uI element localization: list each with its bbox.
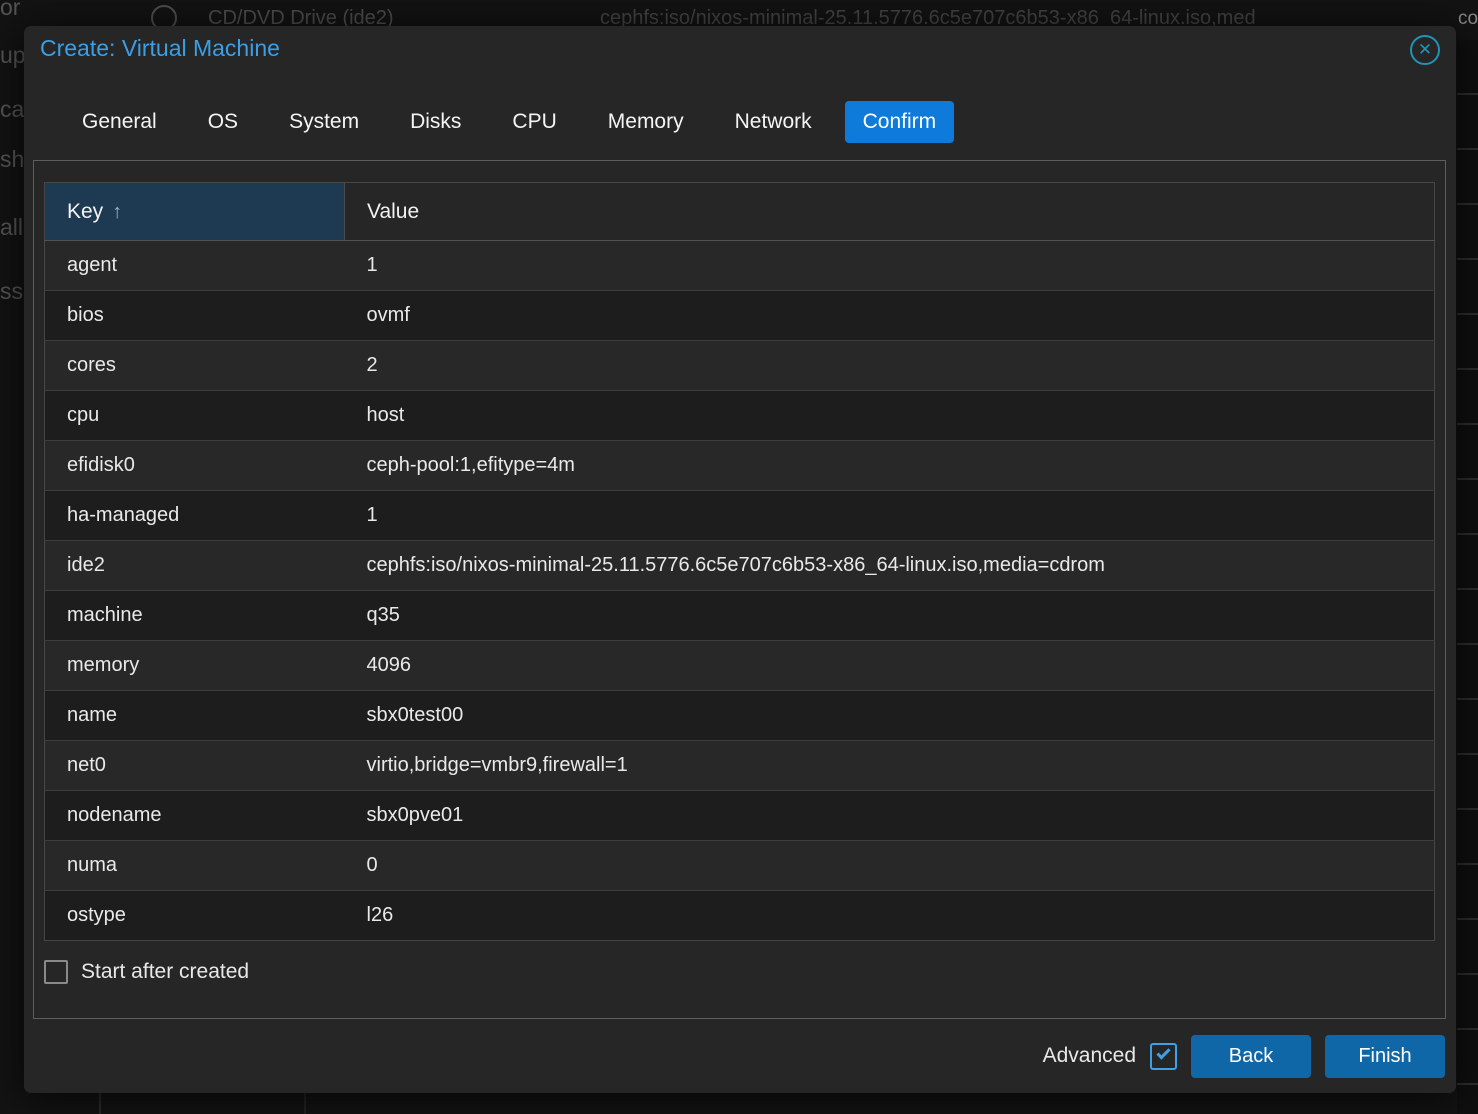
- cell-key: machine: [45, 591, 345, 641]
- cell-value: ovmf: [345, 291, 1435, 341]
- cell-key: cores: [45, 341, 345, 391]
- tab-confirm[interactable]: Confirm: [845, 101, 955, 143]
- cell-value: 1: [345, 491, 1435, 541]
- background-left-fragment: ca: [0, 96, 24, 123]
- close-icon[interactable]: ✕: [1410, 35, 1440, 65]
- background-left-fragment: up: [0, 42, 26, 69]
- background-left-fragment: or: [0, 0, 20, 21]
- advanced-checkbox[interactable]: [1150, 1043, 1177, 1070]
- background-divider: [99, 1093, 101, 1114]
- cell-key: ide2: [45, 541, 345, 591]
- background-left-fragment: ss: [0, 278, 23, 305]
- table-row-numa[interactable]: numa0: [45, 841, 1435, 891]
- background-left-fragment: sh: [0, 146, 24, 173]
- advanced-label: Advanced: [1043, 1044, 1136, 1068]
- table-row-net0[interactable]: net0virtio,bridge=vmbr9,firewall=1: [45, 741, 1435, 791]
- table-row-nodename[interactable]: nodenamesbx0pve01: [45, 791, 1435, 841]
- cell-value: sbx0test00: [345, 691, 1435, 741]
- cell-key: cpu: [45, 391, 345, 441]
- wizard-tabbar: General OS System Disks CPU Memory Network Conf…: [64, 99, 1416, 145]
- cell-value: 2: [345, 341, 1435, 391]
- back-button[interactable]: Back: [1191, 1035, 1311, 1078]
- column-header-value[interactable]: Value: [345, 183, 1435, 241]
- tab-general[interactable]: General: [64, 101, 175, 143]
- background-right-fragment: co: [1458, 8, 1478, 30]
- dialog-footer: Advanced Back Finish: [24, 1019, 1456, 1093]
- cell-value: virtio,bridge=vmbr9,firewall=1: [345, 741, 1435, 791]
- table-row-bios[interactable]: biosovmf: [45, 291, 1435, 341]
- cell-value: l26: [345, 891, 1435, 941]
- background-divider: [304, 1093, 306, 1114]
- cell-value: host: [345, 391, 1435, 441]
- confirm-settings-table: Key↑ Value agent1biosovmfcores2cpuhostef…: [44, 182, 1435, 941]
- table-row-machine[interactable]: machineq35: [45, 591, 1435, 641]
- value-header-label: Value: [367, 200, 419, 223]
- table-row-ostype[interactable]: ostypel26: [45, 891, 1435, 941]
- cell-value: ceph-pool:1,efitype=4m: [345, 441, 1435, 491]
- column-header-key[interactable]: Key ↑: [45, 183, 345, 241]
- cell-key: memory: [45, 641, 345, 691]
- cell-value: 4096: [345, 641, 1435, 691]
- cell-key: ostype: [45, 891, 345, 941]
- tab-os[interactable]: OS: [190, 101, 256, 143]
- cell-key: name: [45, 691, 345, 741]
- cell-value: 1: [345, 241, 1435, 291]
- checkmark-icon: [1156, 1045, 1170, 1059]
- start-after-created-row: Start after created: [44, 960, 1435, 984]
- tab-disks[interactable]: Disks: [392, 101, 479, 143]
- cell-value: sbx0pve01: [345, 791, 1435, 841]
- cell-key: bios: [45, 291, 345, 341]
- table-header-row: Key ↑ Value: [45, 183, 1435, 241]
- start-after-created-checkbox[interactable]: [44, 960, 68, 984]
- key-header-label: Key: [67, 200, 103, 223]
- table-row-ide2[interactable]: ide2cephfs:iso/nixos-minimal-25.11.5776.…: [45, 541, 1435, 591]
- cell-key: nodename: [45, 791, 345, 841]
- table-row-cpu[interactable]: cpuhost: [45, 391, 1435, 441]
- table-row-name[interactable]: namesbx0test00: [45, 691, 1435, 741]
- background-table-strip: [1457, 40, 1478, 1114]
- finish-button[interactable]: Finish: [1325, 1035, 1445, 1078]
- table-row-agent[interactable]: agent1: [45, 241, 1435, 291]
- tab-memory[interactable]: Memory: [590, 101, 702, 143]
- sort-asc-icon: ↑: [112, 201, 122, 223]
- start-after-created-label: Start after created: [81, 960, 249, 984]
- tab-network[interactable]: Network: [717, 101, 830, 143]
- create-vm-dialog: Create: Virtual Machine ✕ General OS Syste…: [24, 26, 1456, 1093]
- dialog-title: Create: Virtual Machine: [40, 35, 280, 62]
- confirm-tab-panel: Key↑ Value agent1biosovmfcores2cpuhostef…: [33, 160, 1446, 1019]
- cell-key: numa: [45, 841, 345, 891]
- table-row-cores[interactable]: cores2: [45, 341, 1435, 391]
- cell-value: 0: [345, 841, 1435, 891]
- cell-key: efidisk0: [45, 441, 345, 491]
- cell-value: cephfs:iso/nixos-minimal-25.11.5776.6c5e…: [345, 541, 1435, 591]
- cell-key: net0: [45, 741, 345, 791]
- table-row-efidisk0[interactable]: efidisk0ceph-pool:1,efitype=4m: [45, 441, 1435, 491]
- cell-key: ha-managed: [45, 491, 345, 541]
- cell-key: agent: [45, 241, 345, 291]
- tab-system[interactable]: System: [271, 101, 377, 143]
- background-left-fragment: all: [0, 214, 23, 241]
- tab-cpu[interactable]: CPU: [494, 101, 574, 143]
- table-row-ha-managed[interactable]: ha-managed1: [45, 491, 1435, 541]
- cell-value: q35: [345, 591, 1435, 641]
- table-row-memory[interactable]: memory4096: [45, 641, 1435, 691]
